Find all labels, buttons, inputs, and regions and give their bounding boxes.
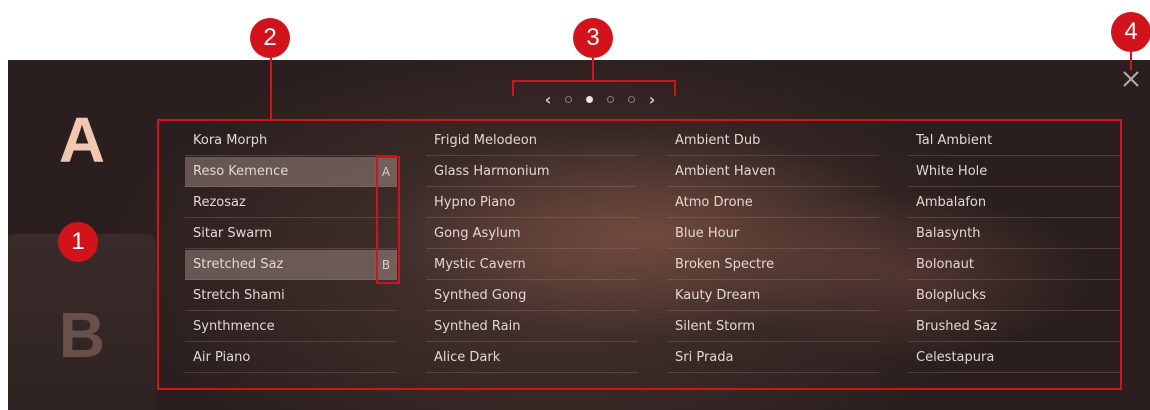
callout-3: 3 <box>573 18 613 58</box>
callout-4-leader <box>1130 50 1132 70</box>
slot-b-label[interactable]: B <box>8 303 156 367</box>
page-dot[interactable] <box>565 95 572 103</box>
callout-3-leader <box>592 58 594 81</box>
callout-2-leader <box>270 58 272 120</box>
slot-a-label[interactable]: A <box>8 108 156 172</box>
close-icon[interactable] <box>1121 69 1141 89</box>
page-dot[interactable] <box>607 95 614 103</box>
page-dot[interactable] <box>628 95 635 103</box>
callout-4: 4 <box>1111 12 1150 52</box>
slot-badge-highlight <box>376 156 400 284</box>
page-dot-active[interactable] <box>586 95 593 103</box>
callout-2: 2 <box>250 18 290 58</box>
pager-highlight <box>512 80 676 96</box>
preset-grid-highlight <box>157 119 1122 390</box>
callout-1: 1 <box>58 222 98 262</box>
